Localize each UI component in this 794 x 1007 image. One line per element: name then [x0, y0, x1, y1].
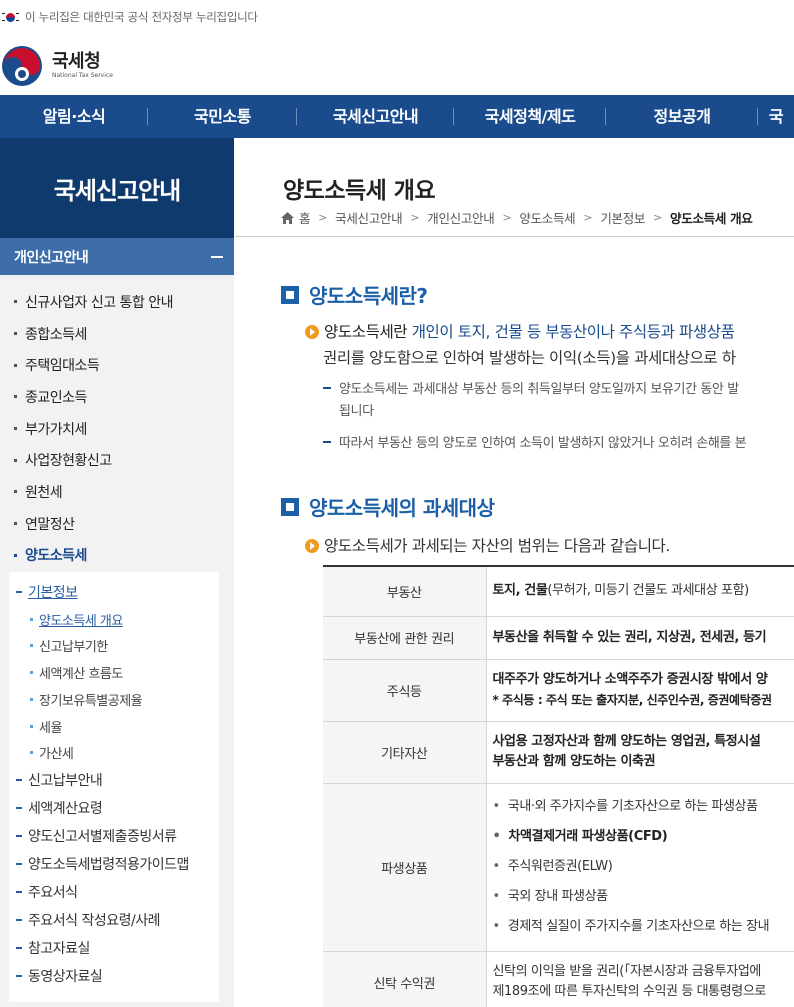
sidebar-item-capital-gains[interactable]: 양도소득세: [0, 540, 234, 572]
sidebar-item-vat[interactable]: 부가가치세: [0, 413, 234, 445]
korea-flag-icon: [2, 12, 19, 23]
sidebar-item-business-status[interactable]: 사업장현황신고: [0, 444, 234, 476]
row-value: 신탁의 이익을 받을 권리(「자본시장과 금융투자업에 제189조에 따른 투자신…: [486, 951, 794, 1007]
divider: [235, 236, 794, 237]
submenu-deadline[interactable]: 신고납부기한: [30, 636, 108, 655]
breadcrumb-home[interactable]: 홈: [299, 208, 311, 227]
sidebar-item-label: 사업장현황신고: [25, 453, 112, 470]
list-item: 국외 장내 파생상품: [493, 882, 794, 912]
orange-arrow-icon: [305, 539, 319, 553]
sidebar-item-label: 신규사업자 신고 통합 안내: [25, 294, 174, 311]
sidebar-item-housing-rental[interactable]: 주택임대소득: [0, 349, 234, 381]
page-title: 양도소득세 개요: [283, 178, 436, 204]
nts-logo[interactable]: 국세청 National Tax Service: [0, 42, 113, 90]
submenu-long-term-deduction[interactable]: 장기보유특별공제율: [30, 690, 143, 709]
row-value: 국내·외 주가지수를 기초자산으로 하는 파생상품 차액결제거래 파생상품(CF…: [486, 783, 794, 952]
row-header: 파생상품: [323, 783, 487, 952]
list-item: 차액결제거래 파생상품(CFD): [493, 822, 794, 852]
row-value: 대주주가 양도하거나 소액주주가 증권시장 밖에서 양 * 주식등 : 주식 또는…: [486, 659, 794, 722]
definition-text-line2: 권리를 양도함으로 인하여 발생하는 이익(소득)을 과세대상으로 하: [323, 349, 736, 367]
nav-disclosure[interactable]: 정보공개: [606, 95, 758, 138]
main-nav: 알림·소식 국민소통 국세신고안내 국세정책/제도 정보공개 국: [0, 95, 794, 138]
table-row: 부동산에 관한 권리 부동산을 취득할 수 있는 권리, 지상권, 전세권, 등…: [323, 616, 794, 660]
row-header: 신탁 수익권: [323, 951, 487, 1007]
sidebar-item-year-end[interactable]: 연말정산: [0, 508, 234, 540]
row-header: 부동산에 관한 권리: [323, 616, 487, 660]
lnb-section-header[interactable]: 개인신고안내: [0, 238, 234, 275]
taxable-assets-table: 부동산 토지, 건물(무허가, 미등기 건물도 과세대상 포함) 부동산에 관한…: [323, 565, 794, 1007]
breadcrumb-current: 양도소득세 개요: [670, 211, 753, 226]
sidebar-item-label: 종교인소득: [25, 389, 87, 406]
row-header: 부동산: [323, 566, 487, 617]
table-row: 신탁 수익권 신탁의 이익을 받을 권리(「자본시장과 금융투자업에 제189조에…: [323, 951, 794, 1007]
submenu-forms[interactable]: 주요서식: [16, 882, 78, 902]
table-row: 부동산 토지, 건물(무허가, 미등기 건물도 과세대상 포함): [323, 566, 794, 617]
submenu-filing-guide[interactable]: 신고납부안내: [16, 770, 103, 790]
collapse-icon: [211, 255, 223, 258]
sidebar-item-religious[interactable]: 종교인소득: [0, 381, 234, 413]
breadcrumb-item[interactable]: 양도소득세: [519, 208, 575, 227]
nav-policy[interactable]: 국세정책/제도: [454, 95, 606, 138]
sidebar-item-label: 부가가치세: [25, 421, 87, 438]
breadcrumb: 홈 > 국세신고안내 > 개인신고안내 > 양도소득세 > 기본정보 > 양도소득세 개요: [281, 208, 753, 227]
gov-banner: 이 누리집은 대한민국 공식 전자정부 누리집입니다: [0, 0, 794, 34]
gov-banner-text: 이 누리집은 대한민국 공식 전자정부 누리집입니다: [25, 10, 258, 24]
sidebar-item-label: 종합소득세: [25, 326, 87, 343]
logo-name-en: National Tax Service: [52, 72, 113, 79]
note-no-income: 따라서 부동산 등의 양도로 인하여 소득이 발생하지 않았거나 오히려 손해를…: [323, 433, 747, 455]
nav-notice[interactable]: 알림·소식: [0, 95, 148, 138]
submenu-videos[interactable]: 동영상자료실: [16, 966, 103, 986]
note-holding-period: 양도소득세는 과세대상 부동산 등의 취득일부터 양도일까지 보유기간 동안 발: [323, 379, 739, 401]
table-row: 파생상품 국내·외 주가지수를 기초자산으로 하는 파생상품 차액결제거래 파생…: [323, 783, 794, 952]
home-icon[interactable]: [281, 211, 294, 224]
submenu-flow[interactable]: 세액계산 흐름도: [30, 663, 123, 682]
nav-communication[interactable]: 국민소통: [148, 95, 297, 138]
table-row: 주식등 대주주가 양도하거나 소액주주가 증권시장 밖에서 양 * 주식등 : 주…: [323, 659, 794, 722]
list-item: 주식워런증권(ELW): [493, 852, 794, 882]
row-header: 기타자산: [323, 721, 487, 784]
sidebar-item-withholding[interactable]: 원천세: [0, 476, 234, 508]
row-value: 부동산을 취득할 수 있는 권리, 지상권, 전세권, 등기: [486, 616, 794, 660]
nts-logo-icon: [2, 46, 42, 86]
submenu-penalty[interactable]: 가산세: [30, 743, 74, 762]
submenu-basic-info[interactable]: 기본정보: [16, 582, 78, 602]
submenu-overview[interactable]: 양도소득세 개요: [30, 610, 123, 629]
lnb-title: 국세신고안내: [0, 138, 234, 238]
orange-arrow-icon: [305, 325, 319, 339]
row-value: 사업용 고정자산과 함께 양도하는 영업권, 특정시설 부동산과 함께 양도하는 …: [486, 721, 794, 784]
submenu-tax-rate[interactable]: 세율: [30, 717, 62, 736]
row-value: 토지, 건물(무허가, 미등기 건물도 과세대상 포함): [486, 566, 794, 617]
breadcrumb-item[interactable]: 국세신고안내: [335, 208, 403, 227]
nav-more[interactable]: 국: [758, 95, 794, 138]
nav-filing-guide[interactable]: 국세신고안내: [297, 95, 454, 138]
list-item: 국내·외 주가지수를 기초자산으로 하는 파생상품: [493, 792, 794, 822]
taxable-scope-text: 양도소득세가 과세되는 자산의 범위는 다음과 같습니다.: [305, 533, 670, 559]
heading-bullet-icon: [281, 285, 299, 304]
sidebar-item-income-tax[interactable]: 종합소득세: [0, 318, 234, 350]
definition-text: 양도소득세란 개인이 토지, 건물 등 부동산이나 주식등과 파생상품: [305, 319, 735, 345]
breadcrumb-item[interactable]: 기본정보: [600, 208, 645, 227]
heading-bullet-icon: [281, 497, 299, 516]
submenu-form-examples[interactable]: 주요서식 작성요령/사례: [16, 910, 160, 930]
note-holding-period-line2: 됩니다: [339, 404, 374, 419]
section-heading-taxable: 양도소득세의 과세대상: [281, 492, 495, 521]
sidebar-item-label: 연말정산: [25, 516, 75, 533]
section-heading-what-is: 양도소득세란?: [281, 280, 428, 309]
sidebar-item-new-business[interactable]: 신규사업자 신고 통합 안내: [0, 286, 234, 318]
row-header: 주식등: [323, 659, 487, 722]
submenu-documents[interactable]: 양도신고서별제출증빙서류: [16, 826, 177, 846]
lnb-section-label: 개인신고안내: [14, 249, 89, 266]
sidebar-item-label: 원천세: [25, 484, 63, 501]
breadcrumb-item[interactable]: 개인신고안내: [427, 208, 495, 227]
table-row: 기타자산 사업용 고정자산과 함께 양도하는 영업권, 특정시설 부동산과 함께 …: [323, 721, 794, 784]
logo-name-ko: 국세청: [52, 51, 101, 72]
submenu-references[interactable]: 참고자료실: [16, 938, 90, 958]
sidebar-item-label: 주택임대소득: [25, 358, 100, 375]
submenu-calculation[interactable]: 세액계산요령: [16, 798, 103, 818]
list-item: 경제적 실질이 주가지수를 기초자산으로 하는 장내: [493, 912, 794, 942]
submenu-guide-map[interactable]: 양도소득세법령적용가이드맵: [16, 854, 189, 874]
sidebar-item-label: 양도소득세: [25, 548, 87, 565]
